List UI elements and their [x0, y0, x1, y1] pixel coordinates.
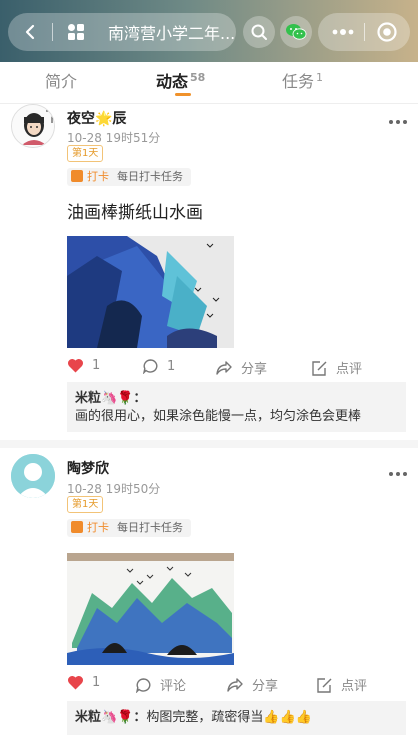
share-button[interactable]: 分享 [226, 675, 278, 694]
painting-image [67, 236, 234, 348]
teacher-comment: 米粒🦄🌹： 画的很用心，如果涂色能慢一点，均匀涂色会更棒 [67, 382, 406, 432]
wechat-icon [286, 24, 307, 40]
share-label: 分享 [252, 679, 279, 694]
tab-feed-count: 58 [190, 71, 206, 84]
avatar-girl-image [12, 105, 54, 147]
edit-icon [317, 677, 332, 693]
post-text: 油画棒撕纸山水画 [67, 203, 203, 223]
capsule-separator [364, 23, 365, 41]
checkin-icon [71, 521, 83, 533]
post-time: 10-28 19时50分 [67, 482, 161, 496]
tab-intro-label: 简介 [45, 72, 78, 91]
tab-feed-label: 动态 [156, 72, 189, 91]
comment-author: 米粒🦄🌹： [75, 391, 147, 406]
share-button[interactable]: 分享 [215, 358, 267, 377]
heart-icon [67, 358, 84, 373]
search-icon [251, 24, 267, 40]
close-circle-icon[interactable] [376, 21, 398, 43]
comment-button[interactable]: 1 [142, 358, 175, 374]
comment-text: 构图完整，疏密得当👍👍👍 [146, 710, 312, 725]
tab-tasks-label: 任务 [282, 72, 315, 91]
task-tag[interactable]: 打卡 每日打卡任务 [67, 168, 191, 186]
author-name[interactable]: 陶梦欣 [67, 458, 109, 478]
task-type: 打卡 [87, 521, 109, 534]
page-title: 南湾营小学二年... [108, 24, 236, 43]
grid-icon[interactable] [66, 22, 86, 42]
edit-icon [312, 360, 327, 376]
tab-feed[interactable]: 动态 58 [156, 68, 205, 92]
heart-icon [67, 675, 84, 690]
avatar[interactable] [11, 104, 55, 148]
default-avatar-image [11, 454, 55, 498]
task-tag[interactable]: 打卡 每日打卡任务 [67, 519, 191, 537]
task-type: 打卡 [87, 170, 109, 183]
more-options-icon[interactable] [388, 470, 408, 478]
tab-active-indicator [175, 93, 191, 96]
capsule-menu [318, 13, 410, 51]
top-bar: 南湾营小学二年... [0, 0, 418, 62]
like-button[interactable]: 1 [67, 675, 100, 690]
post-card: 陶梦欣 10-28 19时50分 第1天 打卡 每日打卡任务 1 评论 分享 点… [0, 448, 418, 735]
wechat-share-button[interactable] [280, 16, 312, 48]
task-name: 每日打卡任务 [117, 521, 183, 534]
comment-icon [142, 359, 158, 374]
author-name[interactable]: 夜空🌟辰 [67, 108, 126, 128]
tab-tasks-count: 1 [316, 71, 324, 84]
post-time: 10-28 19时51分 [67, 131, 161, 145]
comment-author: 米粒🦄🌹： [75, 710, 147, 725]
comment-button[interactable]: 评论 [135, 675, 186, 694]
more-options-icon[interactable] [388, 118, 408, 126]
more-icon[interactable] [330, 23, 356, 41]
day-badge: 第1天 [67, 145, 104, 162]
like-count: 1 [92, 358, 101, 373]
share-label: 分享 [241, 362, 268, 377]
day-badge: 第1天 [67, 496, 104, 513]
comment-icon [135, 677, 151, 693]
search-button[interactable] [243, 16, 275, 48]
nav-separator [52, 23, 53, 41]
post-divider [0, 440, 418, 448]
comment-count: 1 [167, 358, 176, 374]
like-button[interactable]: 1 [67, 358, 100, 373]
tab-bar: 简介 动态 58 任务 1 [0, 62, 418, 104]
share-icon [216, 360, 232, 375]
post-image[interactable] [67, 553, 234, 665]
review-label: 点评 [341, 679, 368, 694]
tab-tasks[interactable]: 任务 1 [282, 68, 323, 92]
review-label: 点评 [336, 362, 363, 377]
task-name: 每日打卡任务 [117, 170, 183, 183]
comment-label: 评论 [160, 679, 187, 694]
review-button[interactable]: 点评 [311, 358, 362, 377]
post-image[interactable] [67, 236, 234, 348]
avatar[interactable] [11, 454, 55, 498]
chevron-left-icon[interactable] [22, 23, 40, 41]
review-button[interactable]: 点评 [316, 675, 367, 694]
checkin-icon [71, 170, 83, 182]
tab-intro[interactable]: 简介 [45, 68, 77, 92]
teacher-comment: 米粒🦄🌹：构图完整，疏密得当👍👍👍 [67, 701, 406, 735]
comment-text: 画的很用心，如果涂色能慢一点，均匀涂色会更棒 [75, 409, 362, 424]
painting-image [67, 553, 234, 665]
post-card: 夜空🌟辰 10-28 19时51分 第1天 打卡 每日打卡任务 油画棒撕纸山水画 … [0, 104, 418, 440]
share-icon [227, 677, 243, 692]
like-count: 1 [92, 675, 101, 690]
